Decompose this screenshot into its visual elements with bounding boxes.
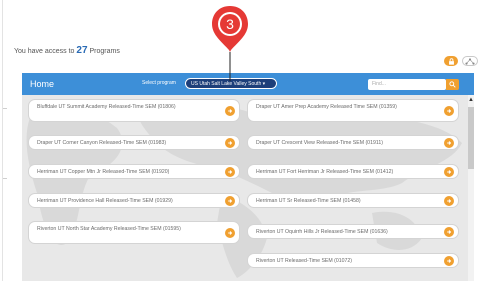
scrollbar-thumb[interactable] [468,107,474,169]
program-card[interactable]: Herriman UT Fort Herriman Jr Released-Ti… [247,164,459,179]
program-card-label: Herriman UT Sr Released-Time SEM (01458) [256,198,361,204]
lock-icon[interactable] [444,56,458,66]
program-count: 27 [76,45,88,56]
program-card-label: Riverton UT Released-Time SEM (01072) [256,258,353,264]
network-icon[interactable] [462,56,478,66]
program-card-label: Herriman UT Providence Hall Released-Tim… [37,198,173,204]
arrow-right-icon[interactable] [444,226,454,237]
program-card[interactable]: Riverton UT Oquirrh Hills Jr Released-Ti… [247,224,459,239]
arrow-right-icon[interactable] [225,105,235,116]
arrow-right-icon[interactable] [225,137,235,148]
program-access-text: You have access to 27 Programs [14,45,120,56]
program-card-label: Draper UT Corner Canyon Released-Time SE… [37,140,167,146]
programs-panel: Home Select program US Utah Salt Lake Va… [22,73,474,281]
arrow-right-icon[interactable] [444,195,454,206]
arrow-right-icon[interactable] [444,105,454,116]
program-card-label: Herriman UT Fort Herriman Jr Released-Ti… [256,169,394,175]
top-toolbar [444,56,478,66]
program-card-label: Herriman UT Copper Mtn Jr Released-Time … [37,169,170,175]
program-card-label: Riverton UT Oquirrh Hills Jr Released-Ti… [256,229,388,235]
program-card[interactable]: Herriman UT Sr Released-Time SEM (01458) [247,193,459,208]
program-card-label: Bluffdale UT Summit Academy Released-Tim… [37,104,176,110]
select-program-label: Select program [142,80,176,86]
callout-pin-marker: 3 [212,6,248,81]
scroll-up-arrow[interactable]: ▲ [468,97,474,103]
program-card-label: Riverton UT North Star Academy Released-… [37,226,181,232]
program-card[interactable]: Herriman UT Copper Mtn Jr Released-Time … [28,164,240,179]
program-card-label: Draper UT Amer Prep Academy Released Tim… [256,104,397,110]
edge-tick [3,108,7,109]
program-card[interactable]: Draper UT Amer Prep Academy Released Tim… [247,99,459,122]
arrow-right-icon[interactable] [225,166,235,177]
program-card[interactable]: Herriman UT Providence Hall Released-Tim… [28,193,240,208]
find-input[interactable]: Find... [368,79,446,90]
program-card[interactable]: Riverton UT Released-Time SEM (01072) [247,253,459,268]
edge-tick [3,178,7,179]
arrow-right-icon[interactable] [444,166,454,177]
arrow-right-icon[interactable] [225,195,235,206]
arrow-right-icon[interactable] [444,255,454,266]
search-button[interactable] [446,79,459,90]
search-icon [449,81,456,88]
arrow-right-icon[interactable] [225,227,235,238]
arrow-right-icon[interactable] [444,137,454,148]
callout-number: 3 [226,16,234,32]
program-card[interactable]: Draper UT Corner Canyon Released-Time SE… [28,135,240,150]
program-card[interactable]: Riverton UT North Star Academy Released-… [28,221,240,244]
program-card-label: Draper UT Crescent View Released-Time SE… [256,140,383,146]
home-link[interactable]: Home [30,79,54,89]
page-edge-rule [2,0,3,281]
program-card[interactable]: Bluffdale UT Summit Academy Released-Tim… [28,99,240,122]
program-card[interactable]: Draper UT Crescent View Released-Time SE… [247,135,459,150]
